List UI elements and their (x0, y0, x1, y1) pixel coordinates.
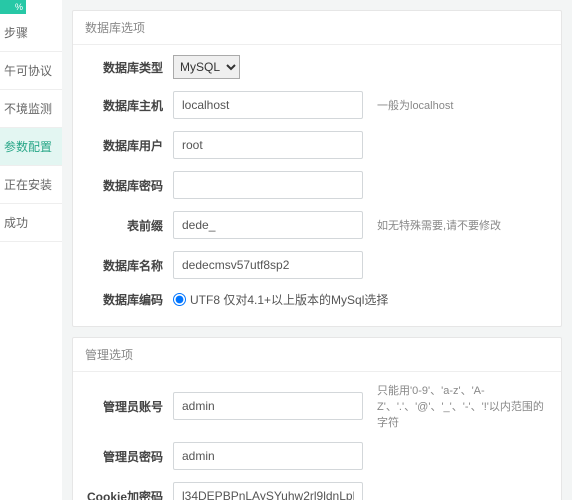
row-db-prefix: 表前缀 如无特殊需要,请不要修改 (87, 211, 547, 239)
panel-admin: 管理选项 管理员账号 只能用'0-9'、'a-z'、'A-Z'、'.'、'@'、… (72, 337, 562, 500)
row-admin-user: 管理员账号 只能用'0-9'、'a-z'、'A-Z'、'.'、'@'、'_'、'… (87, 382, 547, 430)
label-db-name: 数据库名称 (87, 257, 173, 274)
input-db-prefix[interactable] (173, 211, 363, 239)
row-db-name: 数据库名称 (87, 251, 547, 279)
label-admin-pwd: 管理员密码 (87, 448, 173, 465)
input-db-pwd[interactable] (173, 171, 363, 199)
sidebar-item-steps[interactable]: 步骤 (0, 14, 62, 52)
radio-utf8[interactable] (173, 293, 186, 306)
panel-database: 数据库选项 数据库类型 MySQL 数据库主机 一般为localhost 数据库… (72, 10, 562, 327)
hint-db-host: 一般为localhost (377, 97, 547, 113)
row-admin-pwd: 管理员密码 (87, 442, 547, 470)
sidebar-item-env[interactable]: 不境监测 (0, 90, 62, 128)
input-admin-user[interactable] (173, 392, 363, 420)
sidebar-item-label: 不境监测 (4, 102, 52, 116)
label-cookie: Cookie加密码 (87, 488, 173, 500)
input-admin-pwd[interactable] (173, 442, 363, 470)
row-db-type: 数据库类型 MySQL (87, 55, 547, 79)
hint-db-prefix: 如无特殊需要,请不要修改 (377, 217, 547, 233)
row-cookie: Cookie加密码 (87, 482, 547, 500)
label-db-prefix: 表前缀 (87, 217, 173, 234)
row-db-pwd: 数据库密码 (87, 171, 547, 199)
select-db-type[interactable]: MySQL (173, 55, 240, 79)
label-db-type: 数据库类型 (87, 59, 173, 76)
main-content: 数据库选项 数据库类型 MySQL 数据库主机 一般为localhost 数据库… (62, 0, 572, 500)
sidebar-item-label: 参数配置 (4, 140, 52, 154)
row-db-user: 数据库用户 (87, 131, 547, 159)
sidebar-item-config[interactable]: 参数配置 (0, 128, 62, 166)
panel-body: 管理员账号 只能用'0-9'、'a-z'、'A-Z'、'.'、'@'、'_'、'… (73, 372, 561, 500)
hint-admin-user: 只能用'0-9'、'a-z'、'A-Z'、'.'、'@'、'_'、'-'、'!'… (377, 382, 547, 430)
sidebar-item-label: 步骤 (4, 26, 28, 40)
sidebar: % 步骤 午可协议 不境监测 参数配置 正在安装 成功 (0, 0, 62, 500)
radio-label-utf8: UTF8 仅对4.1+以上版本的MySql选择 (190, 291, 388, 308)
input-cookie[interactable] (173, 482, 363, 500)
radio-wrap-enc: UTF8 仅对4.1+以上版本的MySql选择 (173, 291, 388, 308)
panel-title: 数据库选项 (73, 11, 561, 45)
sidebar-item-label: 正在安装 (4, 178, 52, 192)
label-db-enc: 数据库编码 (87, 291, 173, 308)
label-db-pwd: 数据库密码 (87, 177, 173, 194)
panel-title: 管理选项 (73, 338, 561, 372)
input-db-host[interactable] (173, 91, 363, 119)
progress-bar: % (0, 0, 26, 14)
sidebar-item-license[interactable]: 午可协议 (0, 52, 62, 90)
row-db-enc: 数据库编码 UTF8 仅对4.1+以上版本的MySql选择 (87, 291, 547, 308)
input-db-name[interactable] (173, 251, 363, 279)
sidebar-item-label: 午可协议 (4, 64, 52, 78)
sidebar-item-success[interactable]: 成功 (0, 204, 62, 242)
input-db-user[interactable] (173, 131, 363, 159)
sidebar-item-installing[interactable]: 正在安装 (0, 166, 62, 204)
sidebar-item-label: 成功 (4, 216, 28, 230)
label-db-host: 数据库主机 (87, 97, 173, 114)
panel-body: 数据库类型 MySQL 数据库主机 一般为localhost 数据库用户 数据库… (73, 45, 561, 326)
label-db-user: 数据库用户 (87, 137, 173, 154)
row-db-host: 数据库主机 一般为localhost (87, 91, 547, 119)
label-admin-user: 管理员账号 (87, 398, 173, 415)
